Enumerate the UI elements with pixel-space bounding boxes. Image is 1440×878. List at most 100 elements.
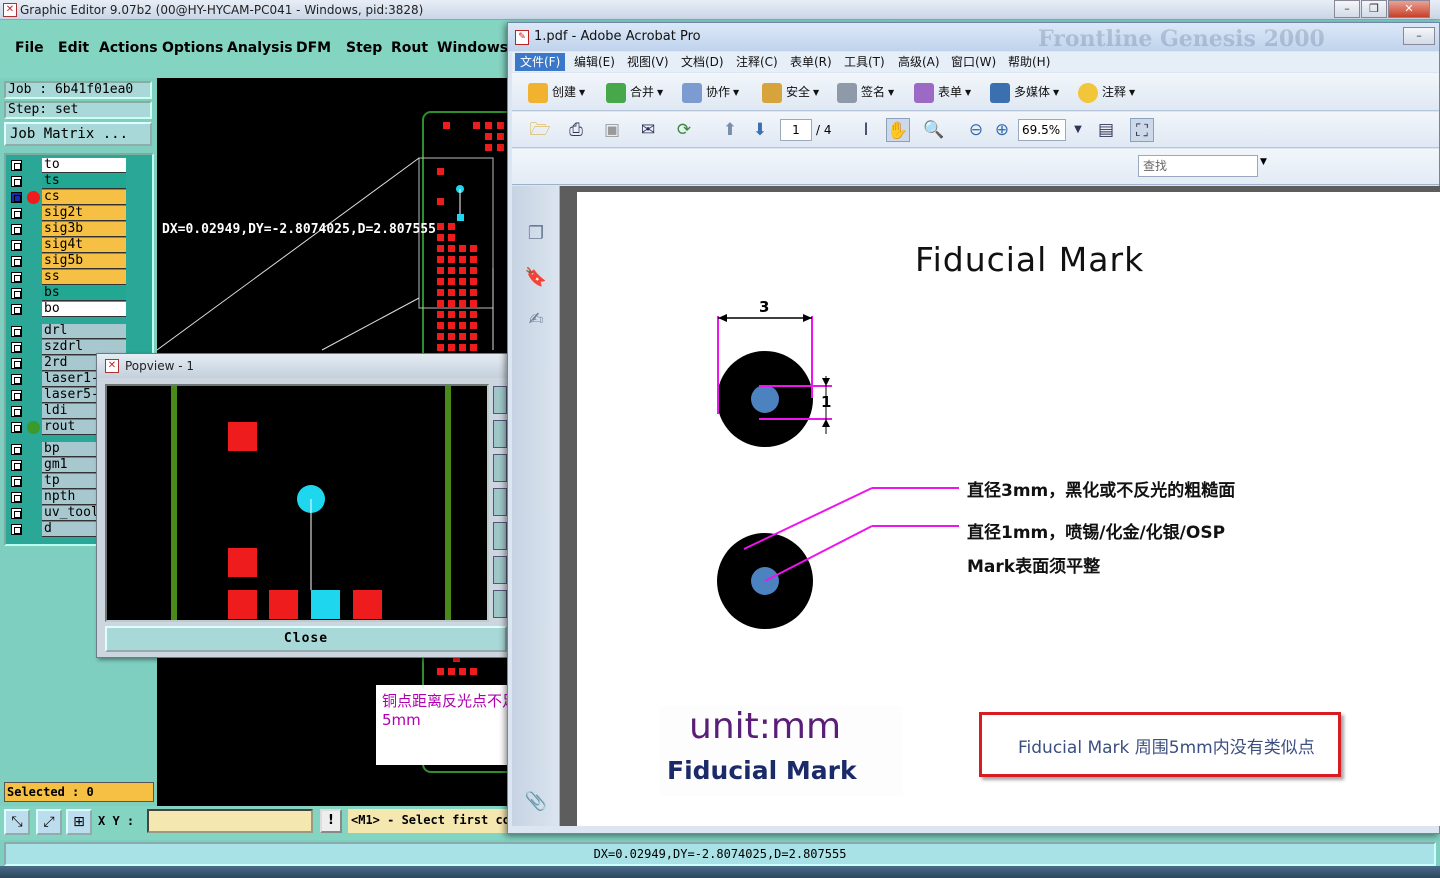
layer-row-bo[interactable]: bo — [8, 302, 128, 317]
zoom-fit-icon[interactable]: ⤡ — [4, 809, 30, 835]
popview-side-button[interactable] — [493, 556, 507, 584]
layer-checkbox[interactable] — [11, 240, 22, 251]
acrobat-menu-help[interactable]: 帮助(H) — [1003, 53, 1055, 71]
find-dropdown-icon[interactable]: ▼ — [1260, 157, 1267, 167]
layer-name[interactable]: bo — [42, 302, 126, 317]
layer-checkbox[interactable] — [11, 160, 22, 171]
layer-row-sig2t[interactable]: sig2t — [8, 206, 128, 221]
maximize-button[interactable]: ❐ — [1361, 0, 1387, 18]
select-text-icon[interactable]: I — [854, 118, 878, 142]
signatures-icon[interactable]: ✍ — [524, 308, 548, 332]
popview-side-button[interactable] — [493, 386, 507, 414]
xy-input[interactable] — [147, 809, 313, 833]
tool-combine[interactable]: 合并 ▼ — [606, 81, 663, 103]
menu-rout[interactable]: Rout — [391, 40, 428, 56]
layer-checkbox[interactable] — [11, 192, 22, 203]
email-icon[interactable]: ✉ — [636, 118, 660, 142]
menu-dfm[interactable]: DFM — [296, 40, 331, 56]
tool-security[interactable]: 安全 ▼ — [762, 81, 819, 103]
tool-forms[interactable]: 表单 ▼ — [914, 81, 971, 103]
popview-close-button[interactable]: Close — [105, 626, 507, 652]
layer-name[interactable]: bs — [42, 286, 126, 301]
zoom-in-icon[interactable]: ⊕ — [990, 118, 1014, 142]
layer-checkbox[interactable] — [11, 224, 22, 235]
layer-name[interactable]: sig4t — [42, 238, 126, 253]
popview-side-button[interactable] — [493, 590, 507, 618]
layer-name[interactable]: sig3b — [42, 222, 126, 237]
acrobat-menu-document[interactable]: 文档(D) — [676, 53, 729, 71]
popview-side-button[interactable] — [493, 420, 507, 448]
menu-options[interactable]: Options — [162, 40, 223, 56]
menu-actions[interactable]: Actions — [99, 40, 158, 56]
pages-icon[interactable]: ❐ — [524, 222, 548, 246]
upload-icon[interactable]: ⟳ — [672, 118, 696, 142]
layer-checkbox[interactable] — [11, 460, 22, 471]
layer-checkbox[interactable] — [11, 304, 22, 315]
layer-checkbox[interactable] — [11, 524, 22, 535]
acrobat-menu-window[interactable]: 窗口(W) — [946, 53, 1001, 71]
save-icon[interactable]: ▣ — [600, 118, 624, 142]
layer-checkbox[interactable] — [11, 476, 22, 487]
hand-tool-icon[interactable]: ✋ — [886, 118, 910, 142]
acrobat-menu-forms[interactable]: 表单(R) — [785, 53, 837, 71]
menu-step[interactable]: Step — [346, 40, 382, 56]
layer-checkbox[interactable] — [11, 422, 22, 433]
layer-checkbox[interactable] — [11, 326, 22, 337]
layer-name[interactable]: drl — [42, 324, 126, 339]
menu-edit[interactable]: Edit — [58, 40, 89, 56]
layer-row-ss[interactable]: ss — [8, 270, 128, 285]
layer-row-sig3b[interactable]: sig3b — [8, 222, 128, 237]
layer-checkbox[interactable] — [11, 390, 22, 401]
zoom-level-input[interactable]: 69.5% — [1018, 119, 1066, 141]
layer-checkbox[interactable] — [11, 374, 22, 385]
acrobat-menu-file[interactable]: 文件(F) — [515, 53, 566, 71]
zoom-area-icon[interactable]: ⤢ — [36, 809, 62, 835]
menu-windows[interactable]: Windows — [437, 40, 508, 56]
zoom-out-icon[interactable]: ⊖ — [964, 118, 988, 142]
layer-name[interactable]: ss — [42, 270, 126, 285]
fit-page-icon[interactable]: ▤ — [1094, 118, 1118, 142]
layer-checkbox[interactable] — [11, 272, 22, 283]
print-icon[interactable]: ⎙ — [564, 118, 588, 142]
popview-side-button[interactable] — [493, 454, 507, 482]
layer-checkbox[interactable] — [11, 288, 22, 299]
tool-multimedia[interactable]: 多媒体 ▼ — [990, 81, 1059, 103]
layer-checkbox[interactable] — [11, 176, 22, 187]
popview-side-button[interactable] — [493, 488, 507, 516]
acrobat-menu-comments[interactable]: 注释(C) — [731, 53, 783, 71]
tool-create[interactable]: 创建 ▼ — [528, 81, 585, 103]
minimize-button[interactable]: – — [1334, 0, 1360, 18]
layer-row-cs[interactable]: cs — [8, 190, 128, 205]
document-area[interactable]: Fiducial Mark 3 1 直径3mm，黑化或不反光的粗糙面 直径1mm… — [560, 186, 1440, 826]
layer-name[interactable]: cs — [42, 190, 126, 205]
tool-comment[interactable]: 注释 ▼ — [1078, 81, 1135, 103]
layer-row-drl[interactable]: drl — [8, 324, 128, 339]
layer-row-sig4t[interactable]: sig4t — [8, 238, 128, 253]
layer-row-to[interactable]: to — [8, 158, 128, 173]
layer-checkbox[interactable] — [11, 444, 22, 455]
popview-canvas[interactable] — [105, 384, 489, 622]
acrobat-menu-edit[interactable]: 编辑(E) — [569, 53, 620, 71]
layer-row-ts[interactable]: ts — [8, 174, 128, 189]
popview-side-button[interactable] — [493, 522, 507, 550]
attachments-icon[interactable]: 📎 — [524, 790, 548, 814]
layer-checkbox[interactable] — [11, 406, 22, 417]
layer-name[interactable]: ts — [42, 174, 126, 189]
acrobat-minimize-button[interactable]: – — [1403, 27, 1435, 45]
layer-name[interactable]: sig2t — [42, 206, 126, 221]
layer-checkbox[interactable] — [11, 358, 22, 369]
layer-checkbox[interactable] — [11, 342, 22, 353]
layer-name[interactable]: to — [42, 158, 126, 173]
previous-page-icon[interactable]: ⬆ — [718, 118, 742, 142]
layer-row-bs[interactable]: bs — [8, 286, 128, 301]
menu-analysis[interactable]: Analysis — [227, 40, 293, 56]
close-button[interactable]: ✕ — [1388, 0, 1430, 18]
fit-width-icon[interactable]: ⛶ — [1130, 118, 1154, 142]
layer-row-sig5b[interactable]: sig5b — [8, 254, 128, 269]
page-number-input[interactable]: 1 — [780, 119, 812, 141]
next-page-icon[interactable]: ⬇ — [748, 118, 772, 142]
menu-file[interactable]: File — [15, 40, 44, 56]
zoom-tool-icon[interactable]: 🔍 — [922, 118, 946, 142]
layer-checkbox[interactable] — [11, 492, 22, 503]
layer-checkbox[interactable] — [11, 208, 22, 219]
